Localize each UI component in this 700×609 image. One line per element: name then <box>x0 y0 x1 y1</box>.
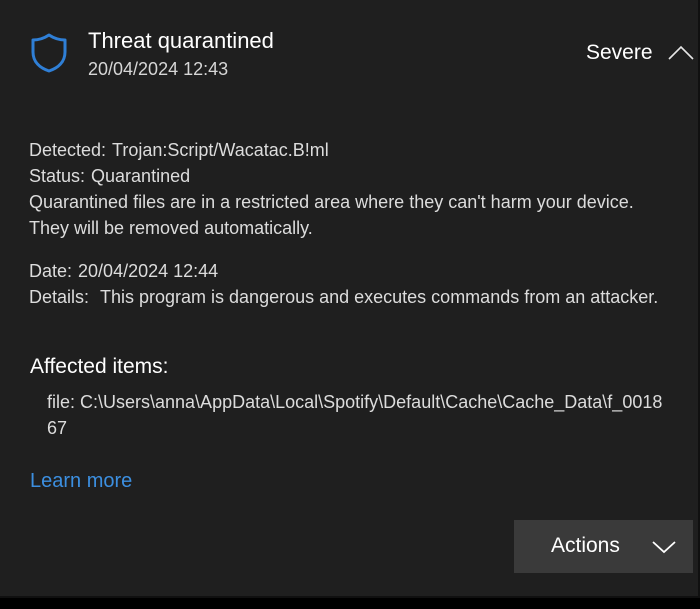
description-line-2: They will be removed automatically. <box>29 218 313 238</box>
severity-label: Severe <box>586 41 653 64</box>
threat-card: Threat quarantined 20/04/2024 12:43 Seve… <box>0 0 700 598</box>
date-value: 20/04/2024 12:44 <box>78 261 219 281</box>
date-row: Date: 20/04/2024 12:44 <box>29 258 218 284</box>
shield-icon <box>31 33 67 73</box>
chevron-down-icon <box>652 541 676 554</box>
details-value: This program is dangerous and executes c… <box>100 287 659 307</box>
actions-button[interactable]: Actions <box>514 520 693 573</box>
status-label: Status: <box>29 166 86 186</box>
details-label: Details: <box>29 287 90 307</box>
description-line-1: Quarantined files are in a restricted ar… <box>29 192 634 212</box>
date-label: Date: <box>29 261 73 281</box>
detected-row: Detected: Trojan:Script/Wacatac.B!ml <box>29 137 329 163</box>
threat-title: Threat quarantined <box>88 28 274 53</box>
detected-value: Trojan:Script/Wacatac.B!ml <box>112 140 329 160</box>
affected-items-heading: Affected items: <box>30 355 169 378</box>
threat-header[interactable]: Threat quarantined 20/04/2024 12:43 Seve… <box>0 0 698 110</box>
threat-timestamp: 20/04/2024 12:43 <box>88 59 229 79</box>
detected-label: Detected: <box>29 140 107 160</box>
status-value: Quarantined <box>91 166 191 186</box>
affected-item-path: file: C:\Users\anna\AppData\Local\Spotif… <box>47 392 663 438</box>
chevron-up-icon[interactable] <box>667 42 695 62</box>
actions-label: Actions <box>551 534 620 557</box>
learn-more-link[interactable]: Learn more <box>30 470 132 493</box>
status-row: Status: Quarantined <box>29 163 190 189</box>
